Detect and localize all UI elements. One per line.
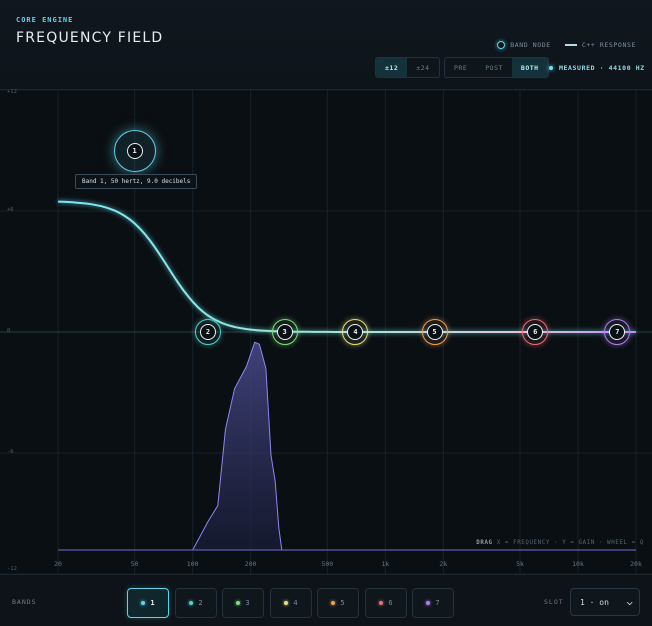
legend-line-label: C++ RESPONSE [581, 41, 636, 49]
sample-rate-status: MEASURED · 44100 HZ [549, 64, 645, 72]
x-tick-label: 5k [516, 560, 524, 568]
x-tick-label: 100 [186, 560, 199, 568]
band-color-dot-icon [141, 601, 146, 605]
range-toggle: ±12 ±24 [375, 57, 440, 78]
spectrum-fill [192, 341, 283, 551]
legend-band-node: BAND NODE [497, 41, 551, 49]
mode-option-post[interactable]: POST [476, 58, 512, 77]
x-tick-label: 2k [439, 560, 448, 568]
band-node-2[interactable]: 2 [194, 319, 221, 345]
band-button-3[interactable]: 3 [222, 588, 264, 618]
x-tick-label: 50 [130, 560, 139, 568]
band-button-5[interactable]: 5 [317, 588, 359, 618]
band-button-label: 1 [150, 599, 155, 607]
x-tick-label: 500 [321, 560, 334, 568]
band-node-label: 5 [426, 324, 443, 340]
footer: BANDS 1 2 3 4 5 6 7 SLOT 1 · on ⌄ [0, 574, 652, 626]
band-button-1[interactable]: 1 [127, 588, 169, 618]
legend-response: C++ RESPONSE [564, 41, 636, 49]
x-tick-label: 20 [54, 560, 62, 568]
band-button-6[interactable]: 6 [365, 588, 407, 618]
band-color-dot-icon [379, 601, 384, 605]
page-title: FREQUENCY FIELD [16, 30, 164, 46]
sample-rate-label: MEASURED · 44100 HZ [559, 64, 645, 72]
range-option-24[interactable]: ±24 [407, 58, 438, 77]
slot-label: SLOT [544, 598, 564, 606]
mode-option-pre[interactable]: PRE [445, 58, 476, 77]
y-tick-label: -6 [7, 449, 14, 455]
band-color-dot-icon [236, 601, 241, 605]
x-tick-label: 20k [630, 560, 642, 568]
band-button-label: 4 [293, 599, 298, 607]
band-node-5[interactable]: 5 [421, 319, 448, 345]
band-button-7[interactable]: 7 [412, 588, 454, 618]
y-tick-label: -12 [7, 566, 17, 572]
band-color-dot-icon [426, 601, 431, 605]
band-color-dot-icon [284, 601, 289, 605]
legend: BAND NODE C++ RESPONSE [497, 41, 636, 49]
range-option-12[interactable]: ±12 [376, 58, 408, 77]
plot-canvas [0, 90, 652, 574]
band-node-label: 7 [609, 324, 626, 340]
band-tooltip: Band 1, 50 hertz, 9.0 decibels [75, 174, 198, 189]
band-color-dot-icon [189, 601, 194, 605]
eyebrow: CORE ENGINE [16, 16, 74, 24]
band-node-label: 3 [276, 324, 293, 340]
band-button-4[interactable]: 4 [270, 588, 312, 618]
band-node-3[interactable]: 3 [271, 319, 298, 345]
band-button-label: 5 [340, 599, 345, 607]
x-tick-label: 1k [381, 560, 390, 568]
mode-option-both[interactable]: BOTH [511, 58, 548, 77]
drag-hint-prefix: DRAG [476, 540, 493, 546]
mode-toggle: PRE POST BOTH [444, 57, 549, 78]
band-button-label: 2 [198, 599, 203, 607]
response-curve [57, 200, 636, 333]
band-node-label: 1 [126, 142, 143, 159]
band-node-label: 4 [347, 324, 364, 340]
band-button-label: 6 [388, 599, 393, 607]
y-tick-label: 0 [7, 328, 11, 334]
chevron-down-icon: ⌄ [625, 597, 634, 607]
response-curve-glow [57, 199, 636, 334]
band-button-label: 3 [245, 599, 250, 607]
status-dot-icon [549, 66, 553, 70]
slot-value: 1 · on [580, 597, 609, 607]
band-node-1[interactable]: 1 [113, 129, 156, 172]
band-button-label: 7 [435, 599, 440, 607]
drag-hint: DRAG X = FREQUENCY · Y = GAIN · WHEEL = … [476, 540, 644, 546]
band-node-label: 6 [527, 324, 544, 340]
y-tick-label: +6 [7, 207, 14, 213]
drag-hint-text: X = FREQUENCY · Y = GAIN · WHEEL = Q [496, 540, 644, 546]
x-tick-label: 200 [244, 560, 257, 568]
x-tick-label: 10k [572, 560, 584, 568]
slot-select[interactable]: 1 · on ⌄ [570, 588, 640, 616]
band-node-label: 2 [199, 324, 216, 340]
bands-label: BANDS [12, 598, 37, 606]
frequency-plot[interactable]: +12 +6 0 -6 -12 20 50 100 200 500 1k 2k 5k 10k 20k 1 2 3… [0, 89, 652, 574]
band-node-icon [497, 41, 506, 49]
legend-node-label: BAND NODE [510, 41, 551, 49]
band-color-dot-icon [331, 601, 336, 605]
header: CORE ENGINE FREQUENCY FIELD BAND NODE C+… [0, 0, 652, 90]
response-line-icon [564, 44, 577, 46]
band-button-2[interactable]: 2 [175, 588, 217, 618]
y-tick-label: +12 [7, 89, 17, 95]
